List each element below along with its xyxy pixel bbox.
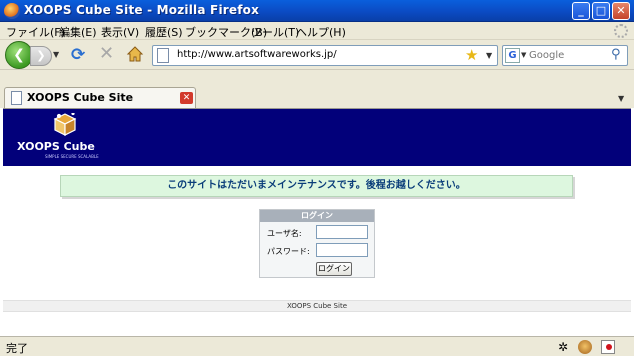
- minimize-button[interactable]: _: [572, 2, 590, 20]
- login-heading: ログイン: [260, 210, 374, 222]
- page-content: XOOPS Cube SIMPLE SECURE SCALABLE このサイトは…: [3, 108, 631, 336]
- search-icon[interactable]: ⚲: [611, 47, 621, 62]
- back-button[interactable]: ❮: [5, 41, 33, 69]
- google-icon[interactable]: G: [505, 48, 520, 63]
- url-dropdown-icon[interactable]: ▼: [486, 51, 492, 60]
- menu-edit[interactable]: 編集(E): [59, 24, 97, 40]
- menu-file[interactable]: ファイル(F): [6, 24, 65, 40]
- xoops-cube-logo: XOOPS Cube SIMPLE SECURE SCALABLE: [17, 113, 99, 159]
- close-tab-icon[interactable]: ✕: [180, 92, 193, 104]
- history-dropdown-icon[interactable]: ▼: [53, 50, 59, 59]
- throbber-icon: [614, 24, 628, 38]
- tab-strip: XOOPS Cube Site ✕ ▼: [0, 70, 634, 108]
- flag-icon[interactable]: [601, 340, 615, 354]
- page-icon: [157, 48, 169, 63]
- menu-help[interactable]: ヘルプ(H): [296, 24, 346, 40]
- tab-xoops-cube-site[interactable]: XOOPS Cube Site ✕: [4, 87, 196, 108]
- status-bar: 完了 ✲: [0, 336, 634, 356]
- login-button[interactable]: ログイン: [316, 262, 352, 276]
- url-text[interactable]: http://www.artsoftwareworks.jp/: [177, 49, 337, 60]
- tab-list-dropdown-icon[interactable]: ▼: [618, 94, 624, 103]
- menu-history[interactable]: 履歴(S): [145, 24, 183, 40]
- firefox-icon: [4, 3, 20, 19]
- logo-tagline: SIMPLE SECURE SCALABLE: [45, 154, 99, 159]
- reload-icon[interactable]: ⟳: [71, 46, 85, 64]
- greasemonkey-icon[interactable]: [578, 340, 592, 354]
- address-bar[interactable]: http://www.artsoftwareworks.jp/ ★ ▼: [152, 45, 498, 66]
- password-input[interactable]: [316, 243, 368, 257]
- window-title: XOOPS Cube Site - Mozilla Firefox: [24, 3, 260, 17]
- tab-label: XOOPS Cube Site: [27, 91, 134, 104]
- navigation-toolbar: ❮ ❯ ▼ ⟳ ✕ http://www.artsoftwareworks.jp…: [0, 40, 634, 70]
- username-label: ユーザ名:: [267, 229, 302, 238]
- menu-bar: ファイル(F) 編集(E) 表示(V) 履歴(S) ブックマーク(B) ツール(…: [0, 22, 634, 40]
- bookmark-star-icon[interactable]: ★: [465, 46, 478, 65]
- menu-view[interactable]: 表示(V): [101, 24, 139, 40]
- menu-tools[interactable]: ツール(T): [251, 24, 299, 40]
- site-footer: XOOPS Cube Site: [3, 300, 631, 312]
- password-label: パスワード:: [267, 247, 310, 256]
- site-header-banner: XOOPS Cube SIMPLE SECURE SCALABLE: [3, 109, 631, 166]
- stop-icon[interactable]: ✕: [99, 45, 114, 63]
- login-form: ログイン ユーザ名: パスワード: ログイン: [259, 209, 375, 278]
- maximize-button[interactable]: □: [592, 2, 610, 20]
- search-engine-dropdown-icon[interactable]: ▼: [521, 51, 526, 59]
- page-icon: [11, 91, 22, 105]
- forward-button[interactable]: ❯: [30, 46, 52, 66]
- logo-text: XOOPS Cube: [17, 140, 95, 153]
- search-box[interactable]: G ▼ ⚲: [502, 45, 628, 66]
- close-window-button[interactable]: ✕: [612, 2, 630, 20]
- window-title-bar[interactable]: XOOPS Cube Site - Mozilla Firefox _ □ ✕: [0, 0, 634, 22]
- search-input[interactable]: [529, 48, 611, 63]
- bug-icon[interactable]: ✲: [556, 340, 570, 354]
- status-text: 完了: [6, 342, 28, 355]
- username-input[interactable]: [316, 225, 368, 239]
- maintenance-notice: このサイトはただいまメインテナンスです。後程お越しください。: [60, 175, 573, 197]
- home-icon[interactable]: [126, 45, 144, 63]
